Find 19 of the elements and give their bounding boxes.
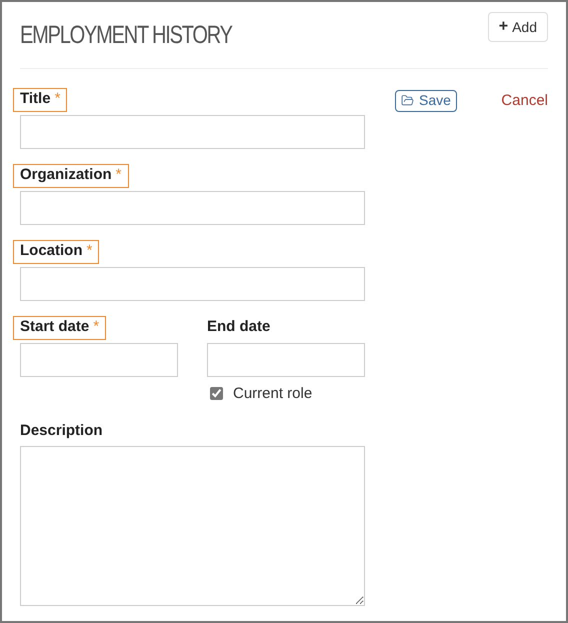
description-field[interactable] bbox=[20, 446, 365, 606]
text-field[interactable] bbox=[20, 342, 178, 376]
save-button[interactable]: Save bbox=[395, 90, 457, 112]
field-label: End date bbox=[207, 317, 270, 338]
text-field[interactable] bbox=[207, 342, 365, 376]
checkbox-label: Current role bbox=[233, 384, 312, 404]
folder-icon bbox=[401, 94, 414, 107]
text-field[interactable] bbox=[20, 266, 365, 300]
field-label: Organization * bbox=[20, 165, 122, 186]
page-title: EMPLOYMENT HISTORY bbox=[20, 20, 232, 51]
field-label: Description bbox=[20, 420, 103, 441]
cancel-link[interactable]: Cancel bbox=[501, 90, 548, 112]
text-field[interactable] bbox=[20, 114, 365, 148]
field-label: Location * bbox=[20, 241, 92, 262]
checkbox[interactable] bbox=[210, 387, 223, 400]
field-label: Start date * bbox=[20, 317, 100, 338]
text-field[interactable] bbox=[20, 190, 365, 224]
add-button[interactable]: + Add bbox=[488, 12, 548, 42]
field-label: Title * bbox=[20, 89, 60, 110]
